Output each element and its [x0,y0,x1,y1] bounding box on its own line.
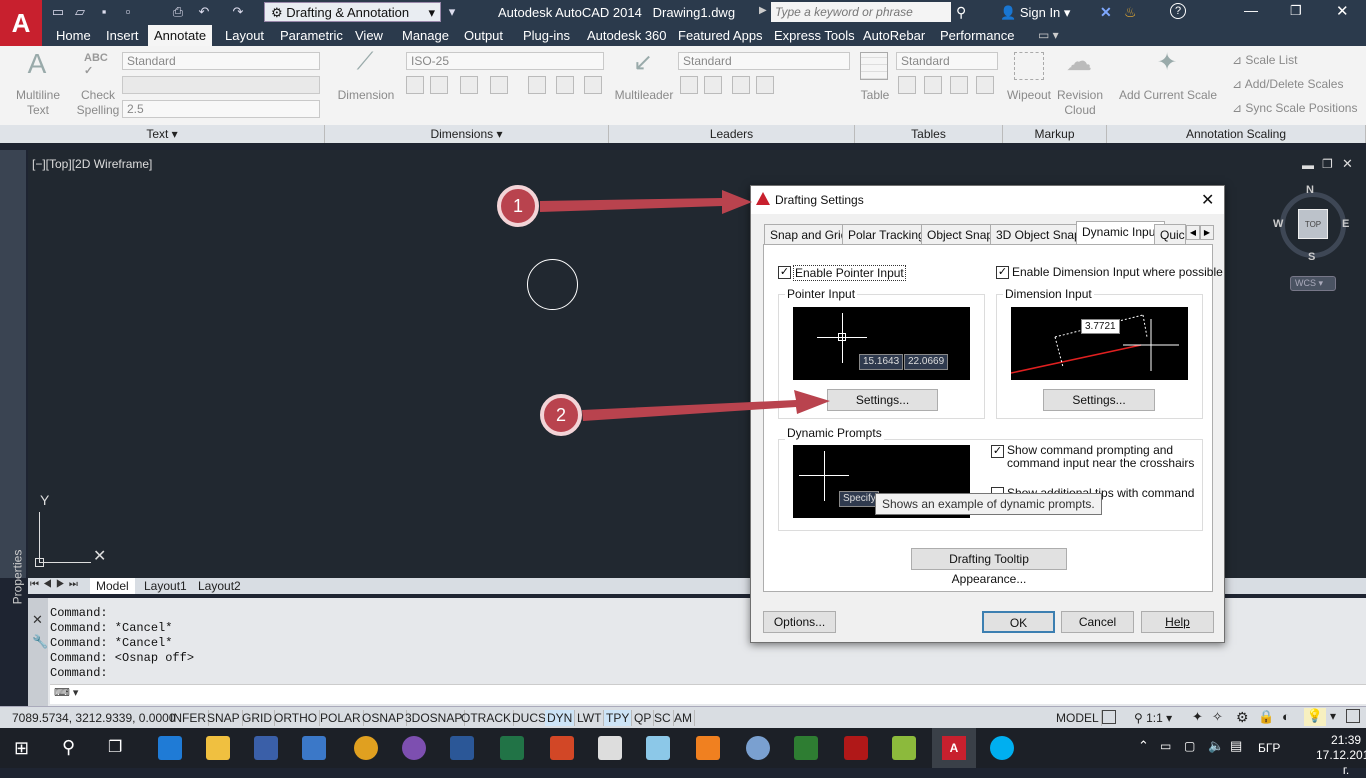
callout-badge-1: 1 [497,185,539,227]
callout-badge-2: 2 [540,394,582,436]
callout-arrow-2 [582,390,830,421]
callout-arrow-1 [540,190,752,214]
callout-arrows [540,190,830,421]
